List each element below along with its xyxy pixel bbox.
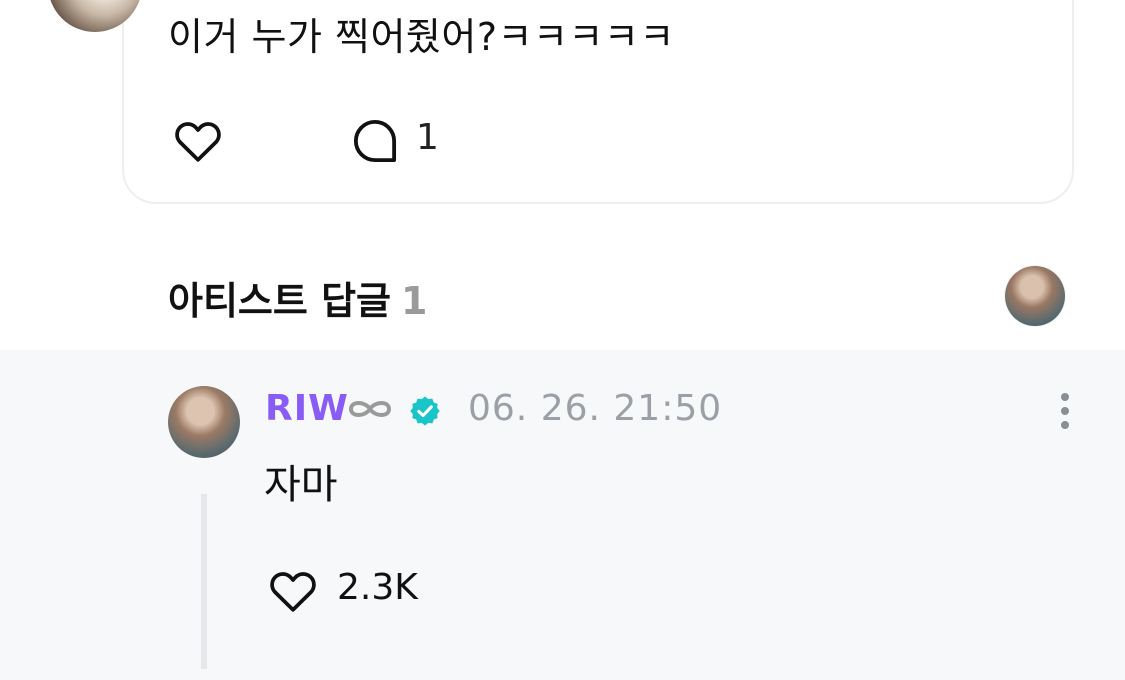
reply-author-name[interactable]: RIW	[265, 388, 349, 429]
heart-icon[interactable]	[264, 562, 322, 618]
comment-count: 1	[416, 117, 439, 158]
artist-replies-count: 1	[401, 279, 428, 323]
reply-author-avatar[interactable]	[168, 386, 240, 458]
artist-avatar[interactable]	[1005, 266, 1065, 326]
reply-text: 자마	[264, 462, 338, 508]
infinity-icon	[349, 401, 391, 417]
like-count: 2.3K	[337, 567, 418, 608]
post-text: 이거 누가 찍어줬어?ㅋㅋㅋㅋㅋ	[168, 15, 675, 59]
thread-line	[201, 494, 207, 669]
more-vertical-icon[interactable]	[1052, 390, 1078, 434]
verified-badge-icon	[410, 396, 440, 426]
comment-bubble-icon[interactable]	[348, 114, 402, 168]
reply-timestamp: 06. 26. 21:50	[468, 388, 723, 429]
artist-replies-header: 아티스트 답글 1	[168, 270, 427, 325]
artist-replies-title: 아티스트 답글	[168, 279, 391, 323]
heart-icon[interactable]	[170, 112, 226, 168]
